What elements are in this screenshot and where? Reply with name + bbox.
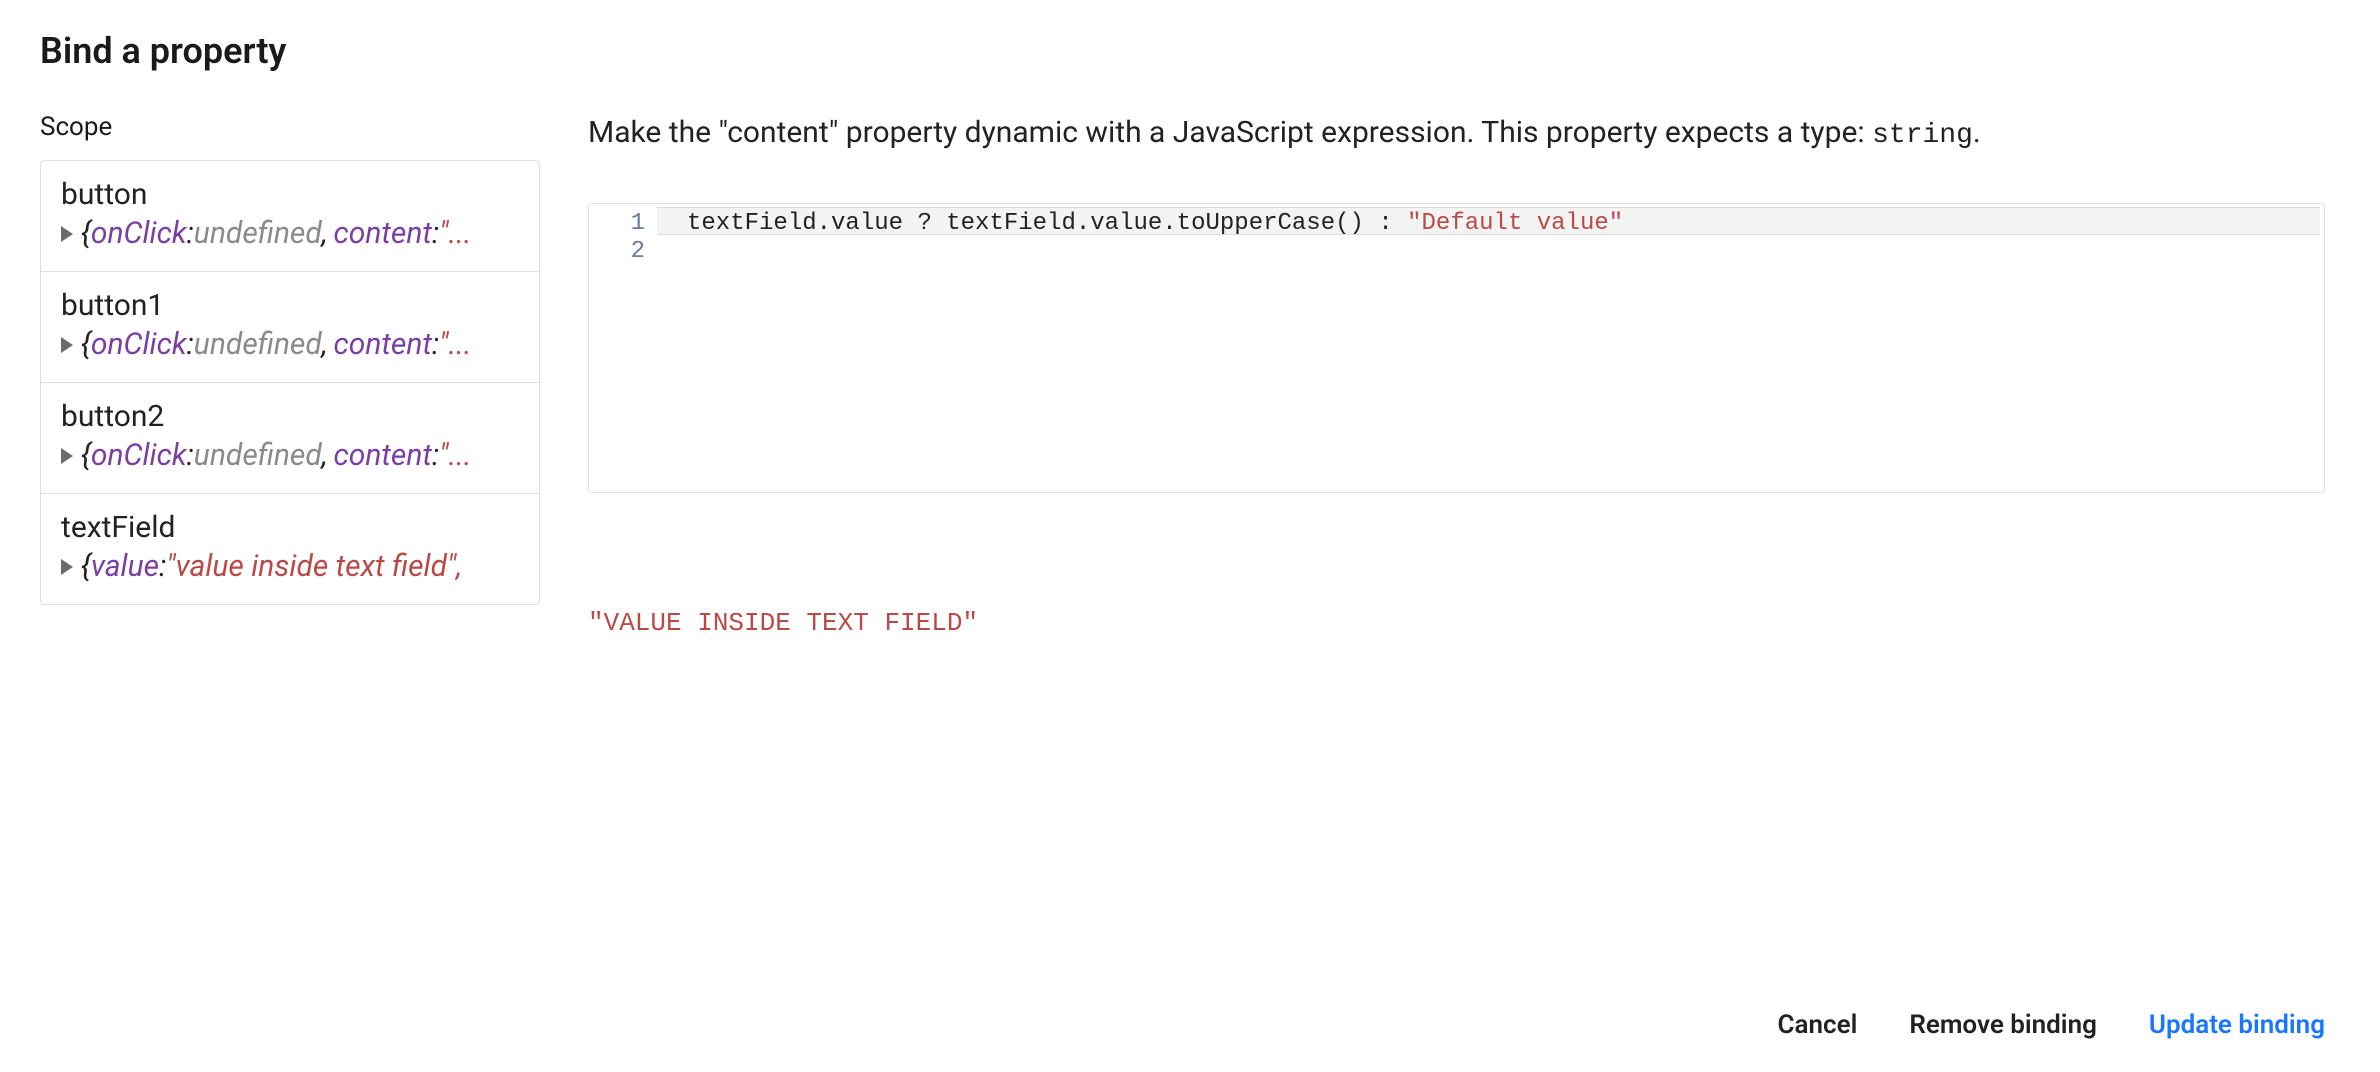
prop-key: onClick (91, 438, 187, 473)
editor-gutter: 12 (589, 204, 657, 492)
scope-item-preview: {onClick: undefined,content: "... (61, 327, 519, 362)
prop-value: undefined (194, 216, 322, 251)
code-token: "Default value" (1407, 210, 1623, 237)
expand-triangle-icon[interactable] (61, 559, 73, 575)
instruction-suffix: . (1973, 115, 1981, 150)
line-number: 1 (589, 210, 645, 238)
brace-open: { (81, 549, 91, 584)
prop-value: undefined (194, 327, 322, 362)
prop-colon: : (187, 327, 194, 362)
scope-list: button{onClick: undefined,content: "...b… (40, 160, 540, 605)
scope-item-name: button1 (61, 288, 519, 323)
instruction-prefix: Make the "content" property dynamic with… (588, 115, 1872, 150)
scope-label: Scope (40, 112, 540, 142)
dialog-footer: Cancel Remove binding Update binding (1778, 1010, 2325, 1040)
prop-key: onClick (91, 327, 187, 362)
cancel-button[interactable]: Cancel (1778, 1010, 1858, 1040)
prop-value: "value inside text field", (166, 549, 462, 584)
remove-binding-button[interactable]: Remove binding (1909, 1010, 2097, 1040)
dialog-title: Bind a property (40, 30, 2380, 72)
scope-item-preview: {onClick: undefined,content: "... (61, 438, 519, 473)
prop-comma: , (322, 438, 328, 473)
prop-value: undefined (194, 438, 322, 473)
scope-item-name: button2 (61, 399, 519, 434)
update-binding-button[interactable]: Update binding (2149, 1010, 2325, 1040)
prop-colon: : (187, 216, 194, 251)
prop-key: content (334, 327, 432, 362)
editor-panel: Make the "content" property dynamic with… (540, 112, 2380, 638)
prop-colon: : (187, 438, 194, 473)
prop-colon: : (432, 327, 439, 362)
prop-value: "... (439, 216, 471, 251)
prop-key: onClick (91, 216, 187, 251)
scope-item-button2[interactable]: button2 {onClick: undefined,content: "... (41, 383, 539, 494)
prop-key: content (334, 216, 432, 251)
line-number: 2 (589, 238, 645, 266)
scope-item-button[interactable]: button {onClick: undefined,content: "... (41, 161, 539, 272)
prop-colon: : (159, 549, 166, 584)
scope-item-textField[interactable]: textField {value: "value inside text fiel… (41, 494, 539, 604)
expand-triangle-icon[interactable] (61, 448, 73, 464)
evaluation-result: "VALUE INSIDE TEXT FIELD" (588, 608, 2325, 638)
scope-item-button1[interactable]: button1 {onClick: undefined,content: "... (41, 272, 539, 383)
instruction-text: Make the "content" property dynamic with… (588, 112, 2325, 155)
prop-key: value (91, 549, 159, 584)
prop-colon: : (432, 438, 439, 473)
prop-value: "... (439, 438, 471, 473)
prop-value: "... (439, 327, 471, 362)
code-line[interactable]: textField.value ? textField.value.toUppe… (687, 210, 2312, 238)
scope-panel: Scope button{onClick: undefined,content:… (40, 112, 540, 605)
brace-open: { (81, 327, 91, 362)
scope-item-name: button (61, 177, 519, 212)
scope-item-preview: {onClick: undefined,content: "... (61, 216, 519, 251)
code-editor[interactable]: 12 textField.value ? textField.value.toU… (588, 203, 2325, 493)
brace-open: { (81, 438, 91, 473)
prop-key: content (334, 438, 432, 473)
prop-comma: , (322, 327, 328, 362)
scope-item-preview: {value: "value inside text field", (61, 549, 519, 584)
code-token: textField.value ? textField.value.toUppe… (687, 210, 1407, 237)
dialog-content: Scope button{onClick: undefined,content:… (0, 112, 2380, 638)
scope-item-name: textField (61, 510, 519, 545)
brace-open: { (81, 216, 91, 251)
prop-comma: , (322, 216, 328, 251)
prop-colon: : (432, 216, 439, 251)
instruction-type-code: string (1872, 120, 1973, 151)
expand-triangle-icon[interactable] (61, 337, 73, 353)
editor-code-area[interactable]: textField.value ? textField.value.toUppe… (657, 204, 2324, 492)
expand-triangle-icon[interactable] (61, 226, 73, 242)
